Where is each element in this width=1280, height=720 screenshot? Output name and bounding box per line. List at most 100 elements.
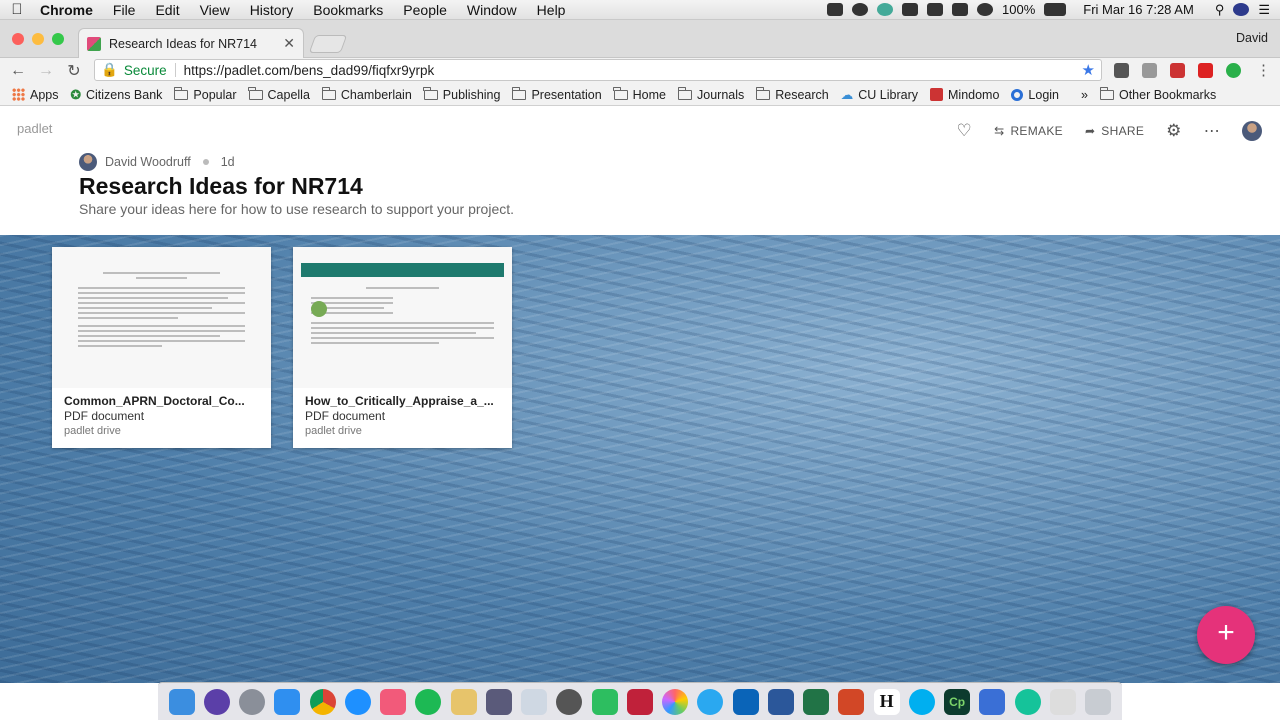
keynote-icon[interactable] bbox=[521, 688, 548, 715]
system-preferences-icon[interactable] bbox=[556, 688, 583, 715]
captivate-icon[interactable]: Cp bbox=[944, 688, 971, 715]
browser-tab[interactable]: Research Ideas for NR714 ✕ bbox=[78, 28, 304, 58]
sync-icon[interactable] bbox=[877, 3, 894, 16]
heart-icon[interactable]: ♡ bbox=[957, 121, 973, 141]
add-post-button[interactable]: + bbox=[1197, 606, 1255, 664]
excel-icon[interactable] bbox=[803, 688, 830, 715]
skype-icon[interactable] bbox=[908, 688, 935, 715]
menu-help[interactable]: Help bbox=[527, 2, 576, 18]
menu-people[interactable]: People bbox=[393, 2, 457, 18]
app-store-icon[interactable] bbox=[274, 688, 301, 715]
menu-file[interactable]: File bbox=[103, 2, 146, 18]
tab-close-icon[interactable]: ✕ bbox=[283, 35, 295, 52]
extension-red-icon[interactable] bbox=[1198, 63, 1213, 78]
photos-icon[interactable] bbox=[662, 688, 689, 715]
bookmark-apps[interactable]: Apps bbox=[12, 88, 59, 102]
menu-view[interactable]: View bbox=[190, 2, 240, 18]
menu-app-name[interactable]: Chrome bbox=[34, 2, 103, 18]
gear-icon[interactable]: ⚙ bbox=[1166, 121, 1182, 141]
powerpoint-icon[interactable] bbox=[838, 688, 865, 715]
launchpad-icon[interactable] bbox=[239, 688, 266, 715]
documents-stack-icon[interactable] bbox=[1049, 688, 1076, 715]
remake-button[interactable]: ⇆ REMAKE bbox=[994, 124, 1063, 138]
siri-icon[interactable] bbox=[1233, 3, 1250, 16]
battery-icon[interactable] bbox=[1044, 3, 1067, 16]
dropbox-icon[interactable] bbox=[927, 3, 944, 16]
messages-icon[interactable] bbox=[697, 688, 724, 715]
bookmark-capella[interactable]: Capella bbox=[248, 86, 310, 102]
chrome-icon[interactable] bbox=[309, 688, 336, 715]
minimize-window-icon[interactable] bbox=[32, 33, 44, 45]
bookmark-mindomo[interactable]: Mindomo bbox=[930, 88, 999, 102]
pencil-app-icon[interactable] bbox=[979, 688, 1006, 715]
extension-grammarly-icon[interactable] bbox=[1226, 63, 1241, 78]
close-window-icon[interactable] bbox=[12, 33, 24, 45]
airplay-icon[interactable] bbox=[952, 3, 969, 16]
apple-icon[interactable]:  bbox=[0, 1, 34, 18]
extension-puzzle-icon[interactable] bbox=[1114, 63, 1129, 78]
siri-icon[interactable] bbox=[203, 688, 230, 715]
finder-icon[interactable] bbox=[168, 688, 195, 715]
bookmark-cu-library[interactable]: ☁ CU Library bbox=[841, 87, 918, 103]
post-filename[interactable]: How_to_Critically_Appraise_a_... bbox=[305, 394, 500, 409]
clock[interactable]: Fri Mar 16 7:28 AM bbox=[1083, 2, 1194, 17]
user-avatar[interactable] bbox=[1242, 121, 1262, 141]
reload-icon[interactable]: ↻ bbox=[60, 61, 88, 81]
forward-arrow-icon[interactable]: → bbox=[32, 62, 60, 80]
bookmark-label: Mindomo bbox=[948, 87, 1000, 102]
bookmark-home[interactable]: Home bbox=[613, 86, 666, 102]
bookmark-chamberlain[interactable]: Chamberlain bbox=[321, 86, 412, 102]
word-icon[interactable] bbox=[767, 688, 794, 715]
notes-icon[interactable] bbox=[450, 688, 477, 715]
spotlight-search-icon[interactable]: ⚲ bbox=[1215, 2, 1225, 18]
bookmarks-overflow-chevron[interactable]: » bbox=[1081, 88, 1088, 102]
bookmark-research[interactable]: Research bbox=[755, 86, 829, 102]
itunes-icon[interactable] bbox=[380, 688, 407, 715]
profile-name[interactable]: David bbox=[1236, 31, 1268, 45]
bookmark-publishing[interactable]: Publishing bbox=[423, 86, 500, 102]
new-tab-button[interactable] bbox=[308, 35, 348, 53]
screen-record-icon[interactable] bbox=[827, 3, 844, 16]
address-bar[interactable]: 🔒 Secure https://padlet.com/bens_dad99/f… bbox=[94, 59, 1102, 81]
menu-history[interactable]: History bbox=[240, 2, 304, 18]
back-arrow-icon[interactable]: ← bbox=[4, 62, 32, 80]
more-icon[interactable]: ⋯ bbox=[1204, 121, 1220, 141]
chrome-menu-icon[interactable]: ⋮ bbox=[1256, 61, 1271, 79]
menu-bookmarks[interactable]: Bookmarks bbox=[303, 2, 393, 18]
safari-icon[interactable] bbox=[344, 688, 371, 715]
post-filename[interactable]: Common_APRN_Doctoral_Co... bbox=[64, 394, 259, 409]
cloud-icon[interactable] bbox=[852, 3, 869, 16]
trash-icon[interactable] bbox=[1085, 688, 1112, 715]
battery-percent[interactable]: 100% bbox=[1002, 2, 1035, 17]
extension-gray-icon[interactable] bbox=[1142, 63, 1157, 78]
url-text[interactable]: https://padlet.com/bens_dad99/fiqfxr9yrp… bbox=[184, 63, 435, 78]
menu-window[interactable]: Window bbox=[457, 2, 527, 18]
bookmark-star-icon[interactable]: ★ bbox=[1082, 61, 1095, 79]
zoom-window-icon[interactable] bbox=[52, 33, 64, 45]
bookmark-other[interactable]: Other Bookmarks bbox=[1099, 86, 1216, 102]
outlook-icon[interactable] bbox=[732, 688, 759, 715]
pdf-thumbnail bbox=[52, 247, 271, 388]
grammarly-icon[interactable] bbox=[1014, 688, 1041, 715]
evernote-icon[interactable] bbox=[591, 688, 618, 715]
hemingway-icon[interactable]: H bbox=[873, 688, 900, 715]
photo-booth-icon[interactable] bbox=[485, 688, 512, 715]
author-name[interactable]: David Woodruff bbox=[105, 155, 191, 169]
mendeley-icon[interactable] bbox=[626, 688, 653, 715]
spotify-icon[interactable] bbox=[415, 688, 442, 715]
bookmark-citizens-bank[interactable]: ✪ Citizens Bank bbox=[71, 87, 163, 103]
evernote-icon[interactable] bbox=[902, 3, 919, 16]
extension-mendeley-icon[interactable] bbox=[1170, 63, 1185, 78]
wifi-icon[interactable] bbox=[977, 3, 994, 16]
post-card[interactable]: How_to_Critically_Appraise_a_... PDF doc… bbox=[293, 247, 512, 448]
menu-edit[interactable]: Edit bbox=[145, 2, 189, 18]
padlet-logo[interactable]: padlet bbox=[17, 121, 52, 136]
post-card[interactable]: Common_APRN_Doctoral_Co... PDF document … bbox=[52, 247, 271, 448]
bookmark-login[interactable]: Login bbox=[1011, 88, 1059, 102]
share-button[interactable]: ➦ SHARE bbox=[1085, 124, 1144, 138]
bookmark-popular[interactable]: Popular bbox=[174, 86, 237, 102]
notification-center-icon[interactable]: ☰ bbox=[1258, 2, 1270, 18]
author-avatar[interactable] bbox=[79, 153, 97, 171]
bookmark-journals[interactable]: Journals bbox=[677, 86, 744, 102]
bookmark-presentation[interactable]: Presentation bbox=[512, 86, 602, 102]
